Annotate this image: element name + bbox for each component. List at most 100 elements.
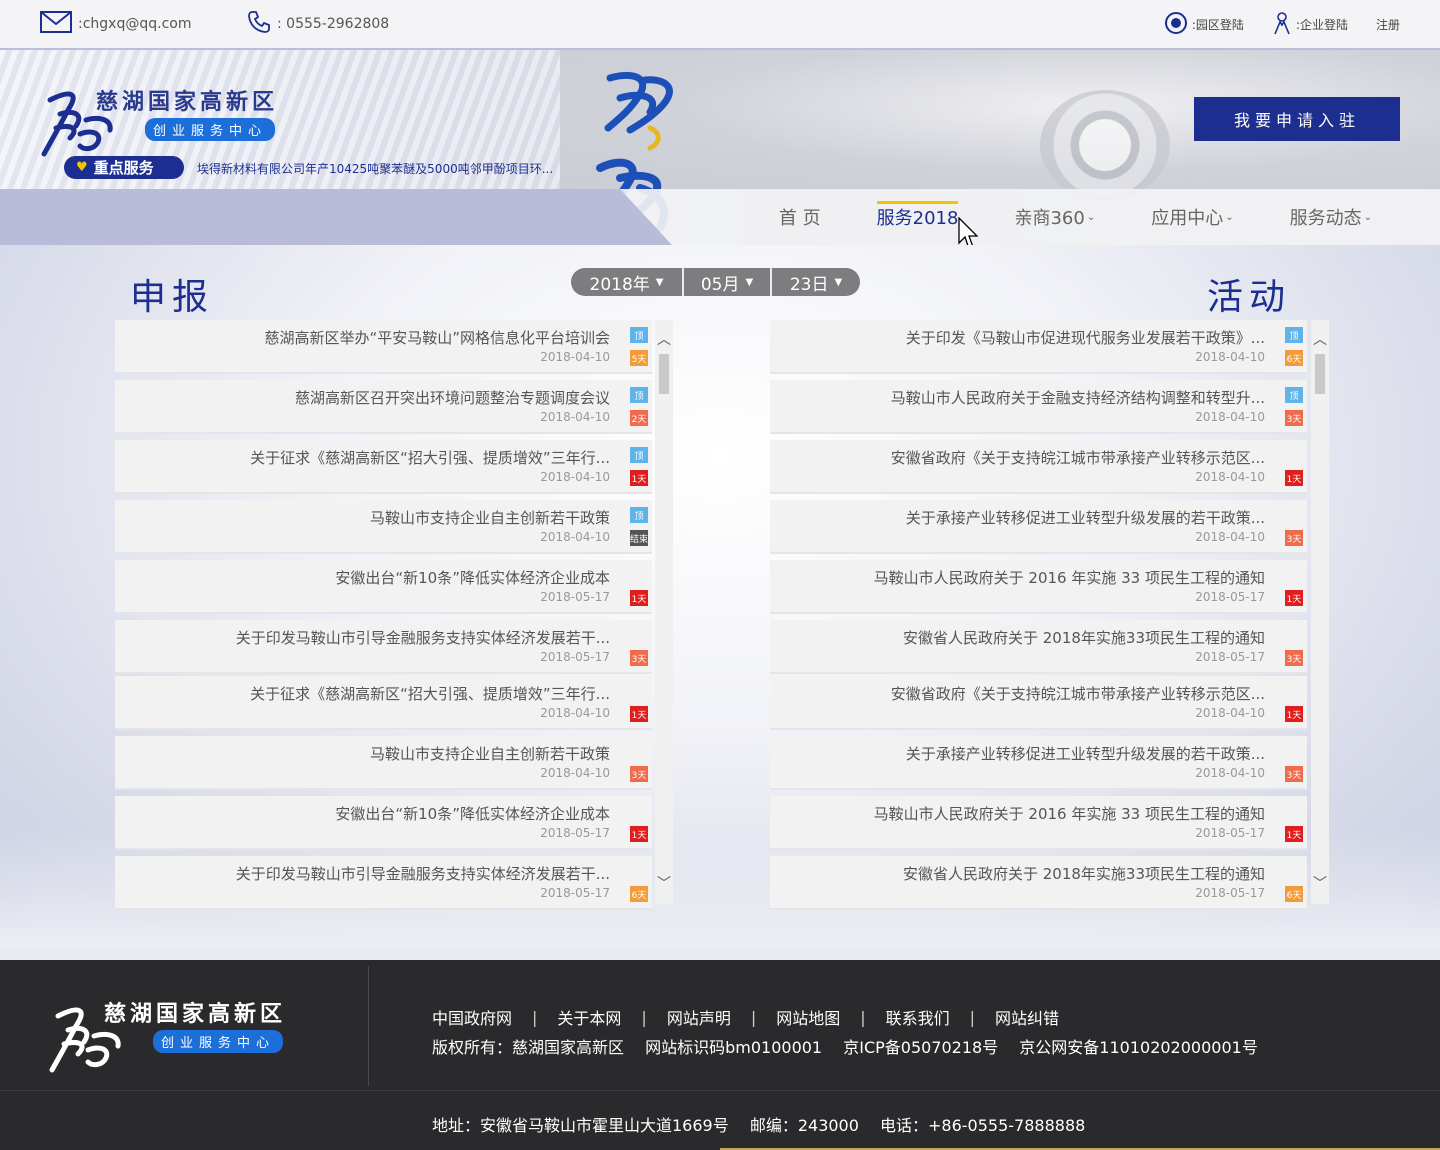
- list-item-date: 2018-04-10: [540, 410, 610, 424]
- list-item[interactable]: 关于征求《慈湖高新区“招大引强、提质增效”三年行... 2018-04-10 1天: [115, 676, 652, 730]
- pinned-badge: 顶: [630, 327, 648, 343]
- tel-text: 电话：+86-0555-7888888: [880, 1116, 1086, 1135]
- list-item[interactable]: 慈湖高新区召开突出环境问题整治专题调度会议 2018-04-10 顶 2天: [115, 380, 652, 434]
- scroll-down-icon[interactable]: ﹀: [1311, 874, 1329, 892]
- list-item[interactable]: 安徽出台“新10条”降低实体经济企业成本 2018-05-17 1天: [115, 560, 652, 614]
- activity-section-title: 活动: [1207, 277, 1292, 318]
- list-item[interactable]: 关于印发《马鞍山市促进现代服务业发展若干政策》... 2018-04-10 顶 6天: [770, 320, 1307, 374]
- address-line: 地址：安徽省马鞍山市霍里山大道1669号 邮编：243000 电话：+86-05…: [432, 1112, 1101, 1136]
- footer-link-sitemap[interactable]: 网站地图: [776, 1005, 840, 1029]
- days-left-badge: 3天: [1285, 766, 1303, 782]
- list-item[interactable]: 安徽省人民政府关于 2018年实施33项民生工程的通知 2018-05-17 6天: [770, 856, 1307, 910]
- list-item-title: 安徽省人民政府关于 2018年实施33项民生工程的通知: [902, 865, 1265, 883]
- list-item[interactable]: 慈湖高新区举办“平安马鞍山”网格信息化平台培训会 2018-04-10 顶 5天: [115, 320, 652, 374]
- envelope-icon: [40, 11, 72, 37]
- scroll-up-icon[interactable]: ︿: [655, 330, 673, 348]
- top-bar: :chgxq@qq.com : 0555-2962808 :园区登陆 :企业登陆…: [0, 0, 1440, 50]
- days-left-badge: 1天: [630, 826, 648, 842]
- email-text: :chgxq@qq.com: [78, 16, 192, 32]
- list-item[interactable]: 安徽省政府《关于支持皖江城市带承接产业转移示范区... 2018-04-10 1天: [770, 676, 1307, 730]
- footer-link-error-report[interactable]: 网站纠错: [995, 1005, 1059, 1029]
- apply-settle-button[interactable]: 我要申请入驻: [1194, 97, 1400, 141]
- chevron-down-icon: ⌄: [1363, 211, 1372, 223]
- scroll-up-icon[interactable]: ︿: [1311, 330, 1329, 348]
- list-item-date: 2018-05-17: [1195, 826, 1265, 840]
- day-select[interactable]: 23日 ▼: [770, 268, 860, 296]
- register-link[interactable]: 注册: [1376, 16, 1400, 33]
- park-login-label: :园区登陆: [1191, 17, 1244, 32]
- list-item-title: 马鞍山市支持企业自主创新若干政策: [369, 509, 610, 527]
- company-login-link[interactable]: :企业登陆: [1272, 11, 1348, 38]
- list-item-date: 2018-05-17: [1195, 886, 1265, 900]
- news-ticker[interactable]: 埃得新材料有限公司年产10425吨聚苯醚及5000吨邻甲酚项目环...: [197, 160, 557, 177]
- list-item-date: 2018-05-17: [540, 886, 610, 900]
- address-text: 地址：安徽省马鞍山市霍里山大道1669号: [432, 1116, 729, 1135]
- register-label: 注册: [1375, 17, 1400, 32]
- list-item-title: 关于印发马鞍山市引导金融服务支持实体经济发展若干...: [235, 865, 610, 883]
- footer-link-statement[interactable]: 网站声明: [667, 1005, 731, 1029]
- list-item[interactable]: 关于印发马鞍山市引导金融服务支持实体经济发展若干... 2018-05-17 3天: [115, 620, 652, 674]
- list-item-title: 关于征求《慈湖高新区“招大引强、提质增效”三年行...: [250, 449, 610, 467]
- year-select[interactable]: 2018年 ▼: [571, 268, 682, 296]
- contact-email: :chgxq@qq.com: [40, 0, 191, 48]
- user-icon: [1272, 11, 1292, 38]
- days-left-badge: 1天: [1285, 706, 1303, 722]
- footer-link-about[interactable]: 关于本网: [557, 1005, 621, 1029]
- list-item-title: 关于征求《慈湖高新区“招大引强、提质增效”三年行...: [250, 685, 610, 703]
- list-item[interactable]: 安徽出台“新10条”降低实体经济企业成本 2018-05-17 1天: [115, 796, 652, 850]
- list-item-date: 2018-04-10: [540, 350, 610, 364]
- nav-business-360[interactable]: 亲商360 ⌄: [986, 189, 1123, 245]
- list-item-date: 2018-04-10: [1195, 706, 1265, 720]
- declare-section-title: 申报: [130, 277, 215, 318]
- nav-app-center[interactable]: 应用中心 ⌄: [1123, 189, 1261, 245]
- scroll-thumb[interactable]: [659, 354, 669, 394]
- days-left-badge: 1天: [630, 470, 648, 486]
- chevron-down-icon: ⌄: [1225, 211, 1234, 223]
- list-item[interactable]: 安徽省政府《关于支持皖江城市带承接产业转移示范区... 2018-04-10 1天: [770, 440, 1307, 494]
- list-item-date: 2018-05-17: [540, 650, 610, 664]
- footer-logo-subtitle: 创业服务中心: [153, 1030, 284, 1053]
- list-item[interactable]: 马鞍山市人民政府关于 2016 年实施 33 项民生工程的通知 2018-05-1…: [770, 796, 1307, 850]
- list-item[interactable]: 关于征求《慈湖高新区“招大引强、提质增效”三年行... 2018-04-10 顶 1天: [115, 440, 652, 494]
- list-item[interactable]: 马鞍山市人民政府关于 2016 年实施 33 项民生工程的通知 2018-05-1…: [770, 560, 1307, 614]
- nav-service-news[interactable]: 服务动态 ⌄: [1262, 189, 1400, 245]
- list-item-title: 关于印发马鞍山市引导金融服务支持实体经济发展若干...: [235, 629, 610, 647]
- list-item[interactable]: 马鞍山市支持企业自主创新若干政策 2018-04-10 3天: [115, 736, 652, 790]
- list-item-date: 2018-04-10: [1195, 350, 1265, 364]
- list-item[interactable]: 马鞍山市支持企业自主创新若干政策 2018-04-10 顶结束: [115, 500, 652, 554]
- days-left-badge: 2天: [630, 410, 648, 426]
- list-item-date: 2018-04-10: [1195, 470, 1265, 484]
- site-logo[interactable]: 慈湖国家高新区 创业服务中心: [40, 80, 300, 160]
- list-item-date: 2018-04-10: [540, 470, 610, 484]
- footer-link-gov[interactable]: 中国政府网: [432, 1005, 512, 1029]
- list-item-date: 2018-05-17: [540, 590, 610, 604]
- copyright-text: 版权所有：慈湖国家高新区: [432, 1038, 625, 1057]
- key-service-badge[interactable]: ♥ 重点服务: [64, 156, 184, 179]
- park-login-link[interactable]: :园区登陆: [1164, 11, 1244, 38]
- month-select[interactable]: 05月 ▼: [682, 268, 770, 296]
- phone-icon: [247, 10, 271, 38]
- days-left-badge: 1天: [1285, 826, 1303, 842]
- nav-home[interactable]: 首 页: [751, 189, 849, 245]
- chevron-down-icon: ⌄: [1086, 211, 1096, 223]
- activity-scrollbar[interactable]: ︿ ﹀: [1311, 320, 1329, 904]
- list-item[interactable]: 关于承接产业转移促进工业转型升级发展的若干政策... 2018-04-10 3天: [770, 736, 1307, 790]
- days-left-badge: 1天: [1285, 470, 1303, 486]
- logo-name: 慈湖国家高新区: [96, 90, 279, 115]
- list-item[interactable]: 马鞍山市人民政府关于金融支持经济结构调整和转型升... 2018-04-10 顶 3天: [770, 380, 1307, 434]
- scroll-down-icon[interactable]: ﹀: [655, 874, 673, 892]
- list-item[interactable]: 安徽省人民政府关于 2018年实施33项民生工程的通知 2018-05-17 3天: [770, 620, 1307, 674]
- company-login-label: :企业登陆: [1295, 17, 1348, 32]
- declare-scrollbar[interactable]: ︿ ﹀: [655, 320, 673, 904]
- list-item[interactable]: 关于承接产业转移促进工业转型升级发展的若干政策... 2018-04-10 3天: [770, 500, 1307, 554]
- days-left-badge: 1天: [630, 590, 648, 606]
- icp-text: 京ICP备05070218号: [843, 1038, 999, 1057]
- scroll-thumb[interactable]: [1315, 354, 1325, 394]
- footer-link-contact[interactable]: 联系我们: [886, 1005, 950, 1029]
- phone-text: : 0555-2962808: [277, 16, 390, 32]
- logo-subtitle: 创业服务中心: [145, 118, 276, 141]
- footer: 慈湖国家高新区 创业服务中心 中国政府网 | 关于本网 | 网站声明 | 网站地…: [0, 960, 1440, 1150]
- list-item-title: 安徽出台“新10条”降低实体经济企业成本: [335, 805, 610, 823]
- footer-divider: [368, 966, 369, 1086]
- list-item[interactable]: 关于印发马鞍山市引导金融服务支持实体经济发展若干... 2018-05-17 6天: [115, 856, 652, 910]
